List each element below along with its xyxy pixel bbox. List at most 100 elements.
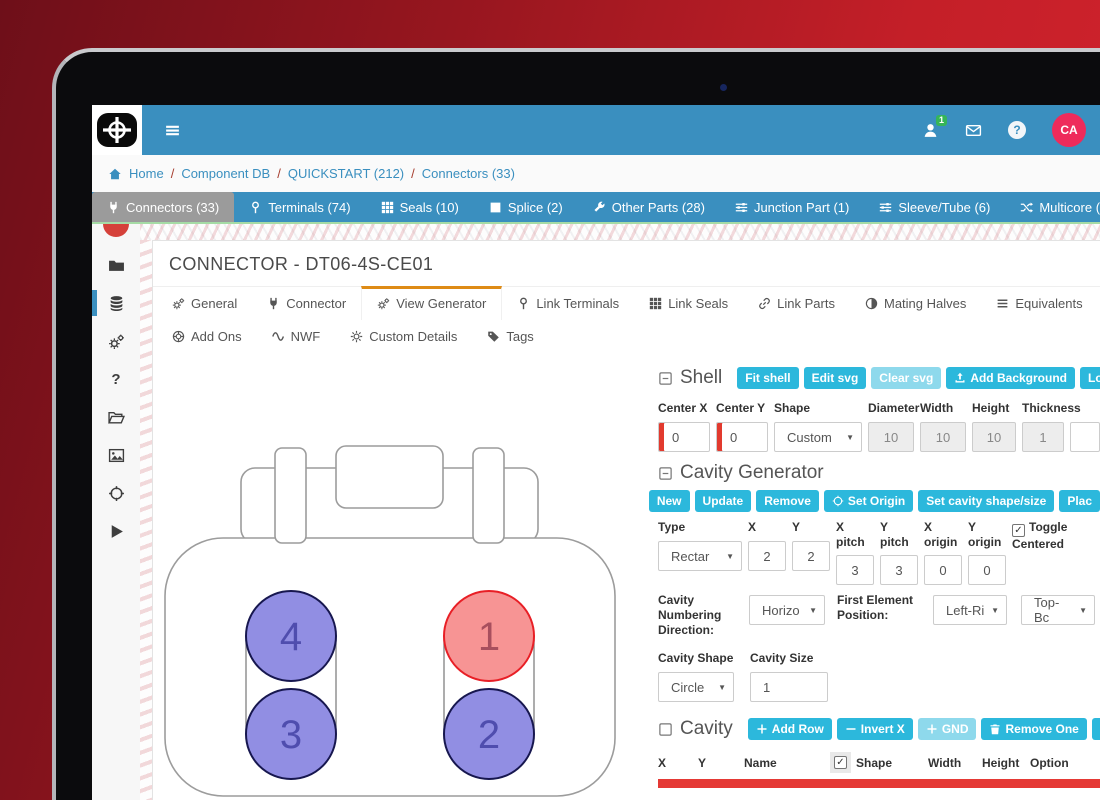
plug-icon [107,201,120,214]
folder-open-icon[interactable] [108,409,125,426]
gears-icon[interactable] [108,333,125,350]
breadcrumb-quickstart[interactable]: QUICKSTART (212) [288,166,404,181]
type-select[interactable]: Rectar▼ [658,541,742,571]
tab-multicore[interactable]: Multicore (3) [1005,192,1100,222]
cavity-size-input[interactable]: 1 [750,672,828,702]
x-origin-input[interactable]: 0 [924,555,962,585]
top-navbar: 1 ? CA [92,105,1100,155]
collapse-icon[interactable] [658,466,673,481]
col-height: Height [982,756,1030,770]
shape-select[interactable]: Custom▼ [774,422,862,452]
x-input[interactable]: 2 [748,541,786,571]
y-origin-input[interactable]: 0 [968,555,1006,585]
new-button[interactable]: New [649,490,690,512]
invert-x-button[interactable]: Invert X [837,718,913,740]
tab-terminals[interactable]: Terminals (74) [234,192,365,222]
height-input: 10 [972,422,1016,452]
clipped-input[interactable] [1070,422,1100,452]
plus-target-icon [97,113,137,147]
subtab-link-terminals[interactable]: Link Terminals [502,287,634,320]
cavity-3-label: 3 [280,713,302,757]
user-notifications-icon[interactable]: 1 [922,122,939,139]
first-element-select-b[interactable]: Top-Bc▼ [1021,595,1095,625]
subtab-add-ons[interactable]: Add Ons [157,320,257,353]
set-origin-button[interactable]: Set Origin [824,490,913,512]
toggle-centered-checkbox[interactable] [1012,524,1025,537]
col-name: Name [744,756,830,770]
breadcrumb-connectors[interactable]: Connectors (33) [422,166,515,181]
question-icon[interactable]: ? [108,371,125,388]
x-pitch-input[interactable]: 3 [836,555,874,585]
subtab-tags[interactable]: Tags [472,320,548,353]
width-label: Width [920,401,966,417]
sliders-icon [879,201,892,214]
fit-shell-button[interactable]: Fit shell [737,367,798,389]
shape-label: Shape [774,401,862,417]
crosshair-icon[interactable] [108,485,125,502]
menu-toggle-icon[interactable] [164,122,181,139]
subtab-nwf[interactable]: NWF [257,320,336,353]
image-icon[interactable] [108,447,125,464]
numbering-direction-select[interactable]: Horizo▼ [749,595,825,625]
x-origin-label: X origin [924,520,962,550]
col-option: Option [1030,756,1086,770]
first-element-select-a[interactable]: Left-Ri▼ [933,595,1007,625]
edit-svg-button[interactable]: Edit svg [804,367,867,389]
folder-icon[interactable] [108,257,125,274]
play-icon[interactable] [108,523,125,540]
link-icon [758,297,771,310]
tab-other-parts[interactable]: Other Parts (28) [578,192,720,222]
plus-icon [756,723,768,735]
avatar[interactable]: CA [1052,113,1086,147]
remove-button[interactable]: Remove [756,490,819,512]
tab-sleeve-tube[interactable]: Sleeve/Tube (6) [864,192,1005,222]
breadcrumb: Home / Component DB / QUICKSTART (212) /… [92,155,1100,192]
gnd-button[interactable]: GND [918,718,977,740]
clipped-button[interactable] [1092,718,1100,740]
list-icon [996,297,1009,310]
y-pitch-input[interactable]: 3 [880,555,918,585]
subtab-custom-details[interactable]: Custom Details [335,320,472,353]
clear-svg-button[interactable]: Clear svg [871,367,941,389]
center-y-input[interactable]: 0 [716,422,768,452]
tab-junction-part[interactable]: Junction Part (1) [720,192,864,222]
breadcrumb-component-db[interactable]: Component DB [181,166,270,181]
subtab-mating-halves[interactable]: Mating Halves [850,287,981,320]
cavity-shape-select[interactable]: Circle▼ [658,672,734,702]
subtab-general[interactable]: General [157,287,252,320]
add-background-button[interactable]: Add Background [946,367,1075,389]
selected-row-bar[interactable] [658,779,1100,788]
subtab-view-generator[interactable]: View Generator [361,286,502,320]
loading-button[interactable]: Loading [1080,367,1100,389]
subtab-link-parts[interactable]: Link Parts [743,287,850,320]
collapse-icon[interactable] [658,371,673,386]
place-button[interactable]: Plac [1059,490,1100,512]
home-icon[interactable] [108,167,122,181]
app-logo[interactable] [92,105,142,155]
breadcrumb-home[interactable]: Home [129,166,164,181]
cavity-shape-label: Cavity Shape [658,651,734,667]
subtab-equivalents[interactable]: Equivalents [981,287,1097,320]
help-icon[interactable]: ? [1008,121,1026,139]
center-y-label: Center Y [716,401,768,417]
cavity-size-label: Cavity Size [750,651,828,667]
database-icon[interactable] [108,295,125,312]
update-button[interactable]: Update [695,490,752,512]
expand-icon[interactable] [658,722,673,737]
tab-connectors[interactable]: Connectors (33) [92,192,234,222]
subtab-connector[interactable]: Connector [252,287,361,320]
connector-view-canvas[interactable]: 4 1 3 2 [153,353,656,800]
diameter-label: Diameter [868,401,914,417]
y-input[interactable]: 2 [792,541,830,571]
cavity-generator-title: Cavity Generator [680,462,824,484]
subtab-link-seals[interactable]: Link Seals [634,287,743,320]
half-circle-icon [865,297,878,310]
shape-checkbox[interactable] [834,756,847,769]
remove-one-button[interactable]: Remove One [981,718,1086,740]
messages-icon[interactable] [965,122,982,139]
tab-splice[interactable]: Splice (2) [474,192,578,222]
add-row-button[interactable]: Add Row [748,718,832,740]
set-cavity-shape-size-button[interactable]: Set cavity shape/size [918,490,1054,512]
center-x-input[interactable]: 0 [658,422,710,452]
tab-seals[interactable]: Seals (10) [366,192,474,222]
